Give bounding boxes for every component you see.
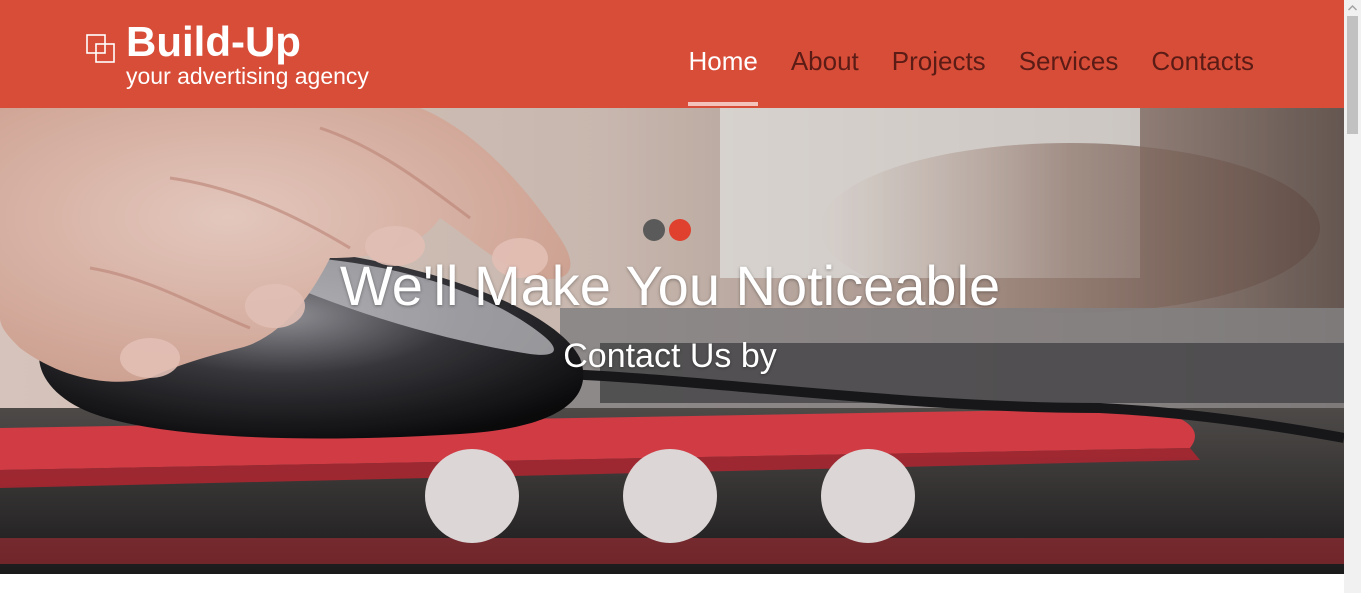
brand-title: Build-Up (126, 18, 301, 65)
nav-item-contacts[interactable]: Contacts (1151, 0, 1254, 108)
nav-item-home[interactable]: Home (688, 0, 759, 108)
site-header: Build-Up your advertising agency Home Ab… (0, 0, 1344, 108)
contact-button-2[interactable] (623, 449, 717, 543)
hero-heading: We'll Make You Noticeable (339, 254, 1001, 317)
brand-tagline: your advertising agency (126, 63, 369, 89)
page-scrollbar[interactable] (1344, 0, 1361, 593)
hero-subheading: Contact Us by (563, 337, 777, 375)
hero-slider: We'll Make You Noticeable Contact Us by (0, 108, 1344, 574)
scrollbar-thumb[interactable] (1347, 16, 1358, 134)
slide-dot-2[interactable] (669, 219, 691, 241)
slide-dot-1[interactable] (643, 219, 665, 241)
slider-pagination (643, 219, 695, 241)
contact-button-1[interactable] (425, 449, 519, 543)
main-nav: Home About Projects Services Contacts (655, 0, 1254, 108)
overlapping-squares-icon (86, 34, 115, 63)
nav-item-about[interactable]: About (791, 0, 859, 108)
page: Build-Up your advertising agency Home Ab… (0, 0, 1361, 593)
nav-item-projects[interactable]: Projects (892, 0, 986, 108)
chevron-up-icon[interactable] (1344, 0, 1361, 16)
nav-item-services[interactable]: Services (1019, 0, 1119, 108)
contact-button-3[interactable] (821, 449, 915, 543)
